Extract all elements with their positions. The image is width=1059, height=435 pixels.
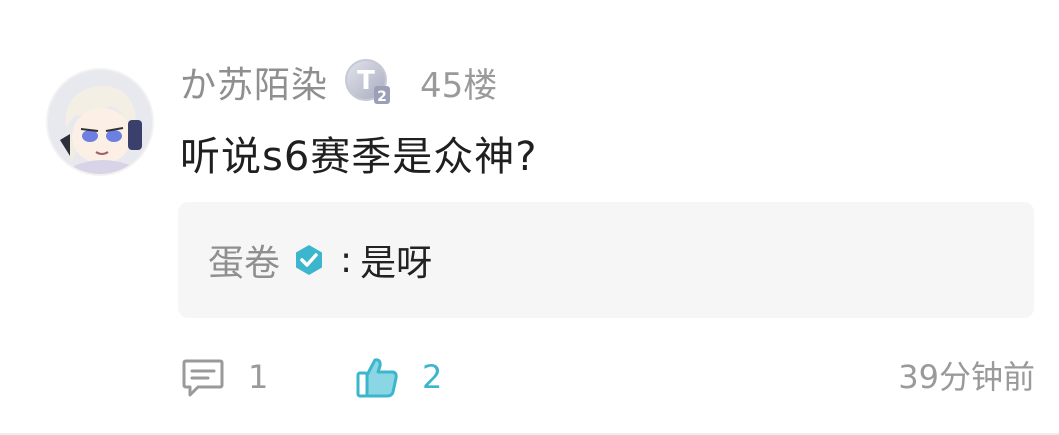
floor-number: 45楼 bbox=[420, 65, 498, 106]
like-count: 2 bbox=[422, 358, 443, 396]
reply-separator: : bbox=[340, 239, 353, 281]
reply-preview[interactable]: 蛋卷 : 是呀 bbox=[178, 202, 1034, 318]
comment-username[interactable]: か苏陌染 bbox=[180, 56, 328, 108]
avatar[interactable] bbox=[46, 68, 154, 176]
svg-text:2: 2 bbox=[377, 89, 387, 105]
svg-text:T: T bbox=[357, 66, 375, 96]
level-badge-icon: T 2 bbox=[344, 58, 392, 106]
verified-check-icon bbox=[292, 243, 326, 277]
reply-text: 是呀 bbox=[360, 243, 433, 284]
comment-timestamp: 39分钟前 bbox=[898, 358, 1035, 396]
thumbs-up-icon bbox=[356, 358, 398, 398]
comment-bubble-icon bbox=[182, 359, 224, 397]
comment-header: か苏陌染 T 2 45楼 bbox=[180, 56, 497, 108]
reply-button[interactable]: 1 bbox=[180, 350, 268, 404]
comment-actions: 1 2 39分钟前 bbox=[180, 350, 1035, 404]
comment-text: 听说s6赛季是众神? bbox=[180, 134, 538, 180]
reply-count: 1 bbox=[248, 358, 269, 396]
avatar-image bbox=[48, 70, 152, 174]
like-button[interactable]: 2 bbox=[354, 350, 442, 404]
comment-item: か苏陌染 T 2 45楼 听说s6赛季是众神? 蛋卷: 是呀 1 2 39分钟… bbox=[0, 0, 1059, 435]
reply-username[interactable]: 蛋卷 bbox=[208, 234, 280, 286]
